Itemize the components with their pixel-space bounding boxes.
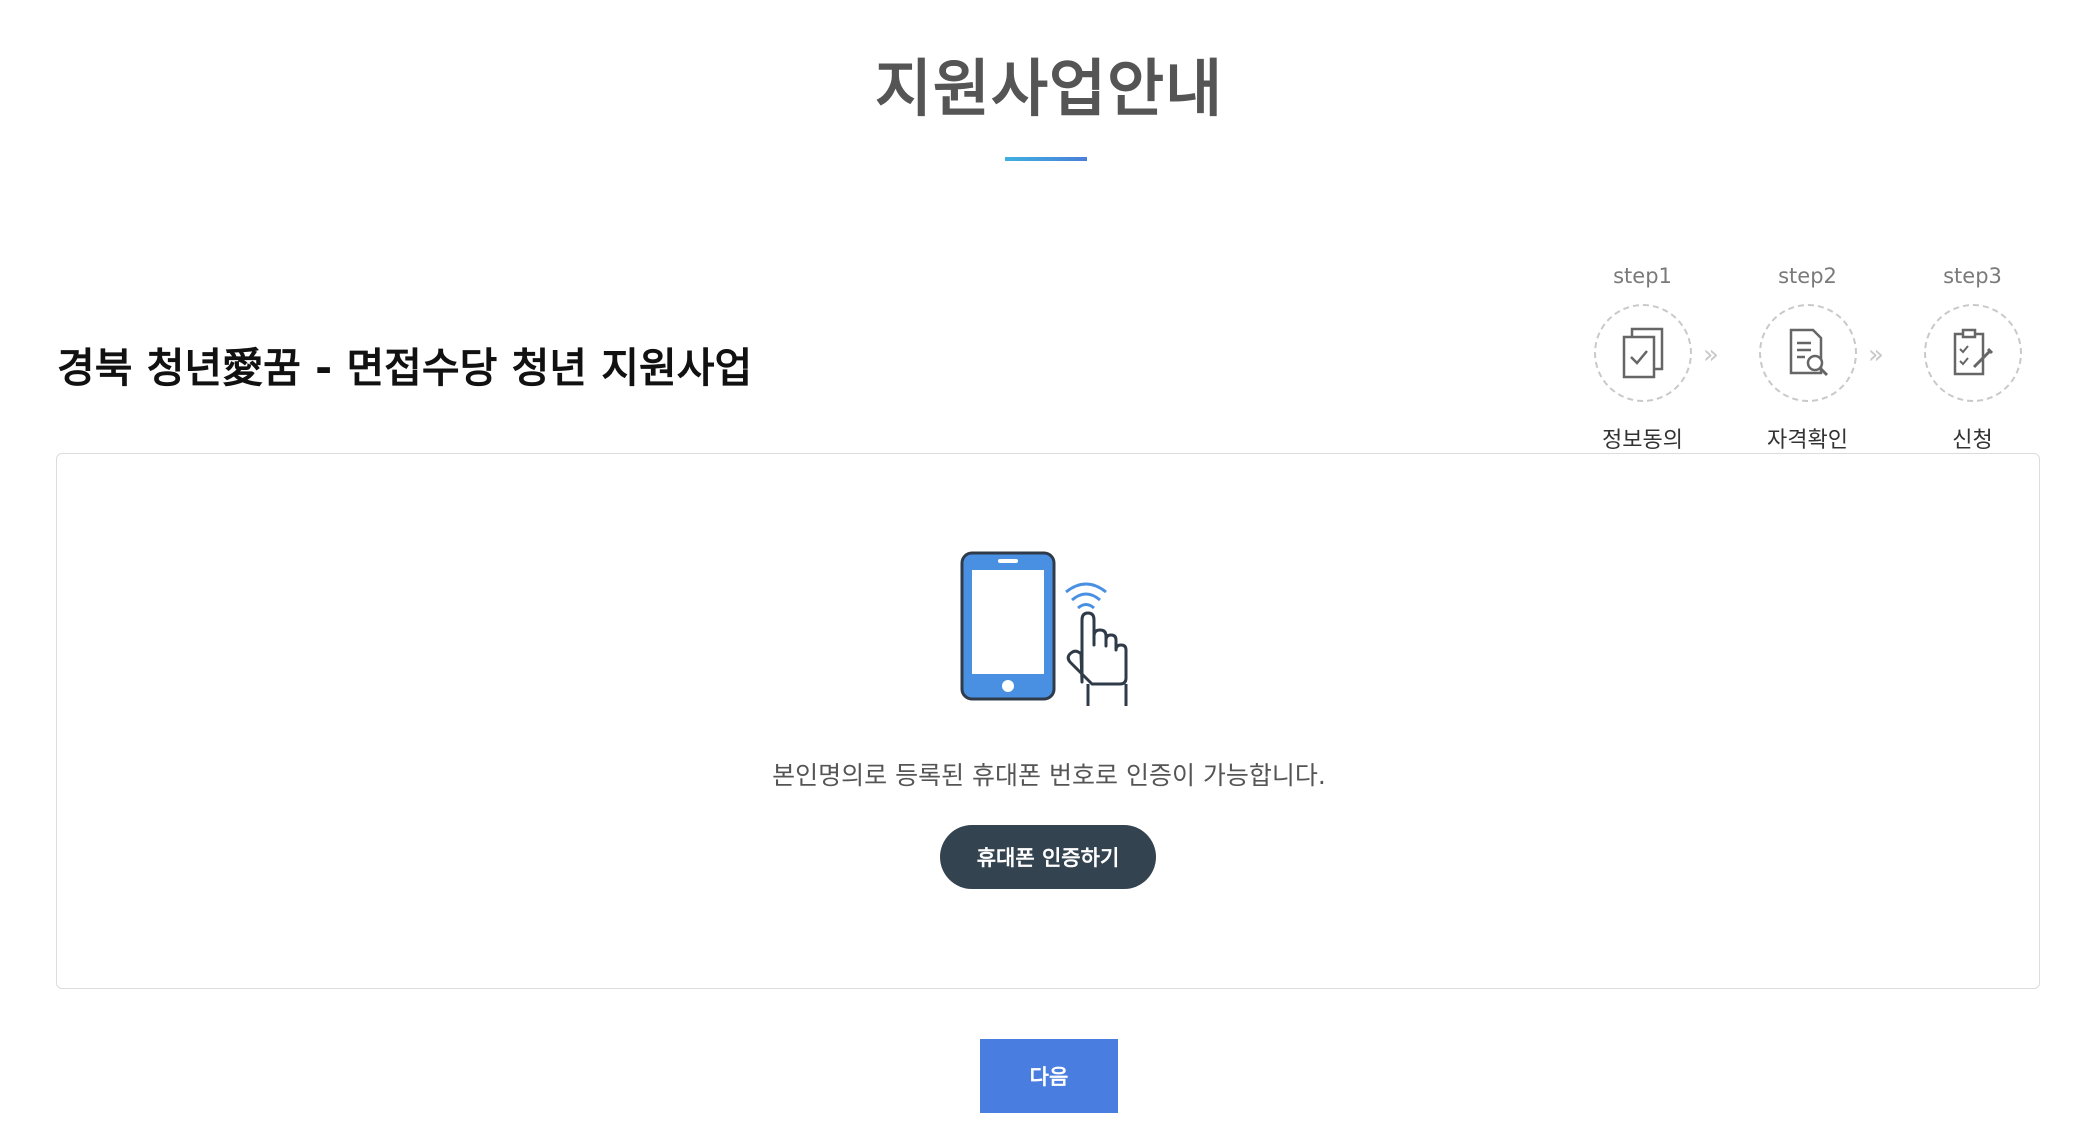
page-title: 지원사업안내 (874, 52, 1224, 125)
step-circle (1758, 304, 1857, 402)
document-check-icon (1622, 327, 1663, 379)
step-arrow: » (1703, 340, 1719, 370)
program-title: 경북 청년愛꿈 - 면접수당 청년 지원사업 (57, 344, 753, 392)
step-number: step1 (1613, 264, 1672, 288)
auth-panel (56, 453, 2040, 989)
step-number: step2 (1778, 264, 1837, 288)
step-circle (1923, 304, 2022, 402)
application-edit-icon (1953, 328, 1993, 376)
phone-auth-button[interactable]: 휴대폰 인증하기 (940, 825, 1156, 889)
step-3: step3 신청 (1890, 262, 2055, 454)
auth-message: 본인명의로 등록된 휴대폰 번호로 인증이 가능합니다. (772, 761, 1326, 790)
step-label: 정보동의 (1602, 428, 1683, 453)
document-search-icon (1789, 328, 1828, 377)
step-indicator: step1 정보동의 » step2 자격확인 » step3 신청 (1560, 262, 2022, 462)
title-underline (1005, 157, 1087, 161)
step-number: step3 (1943, 264, 2002, 288)
step-arrow: » (1868, 340, 1884, 370)
step-circle (1593, 304, 1692, 402)
next-button[interactable]: 다음 (980, 1039, 1118, 1113)
phone-touch-icon (960, 550, 1140, 710)
step-label: 자격확인 (1767, 428, 1848, 453)
step-label: 신청 (1952, 428, 1993, 453)
